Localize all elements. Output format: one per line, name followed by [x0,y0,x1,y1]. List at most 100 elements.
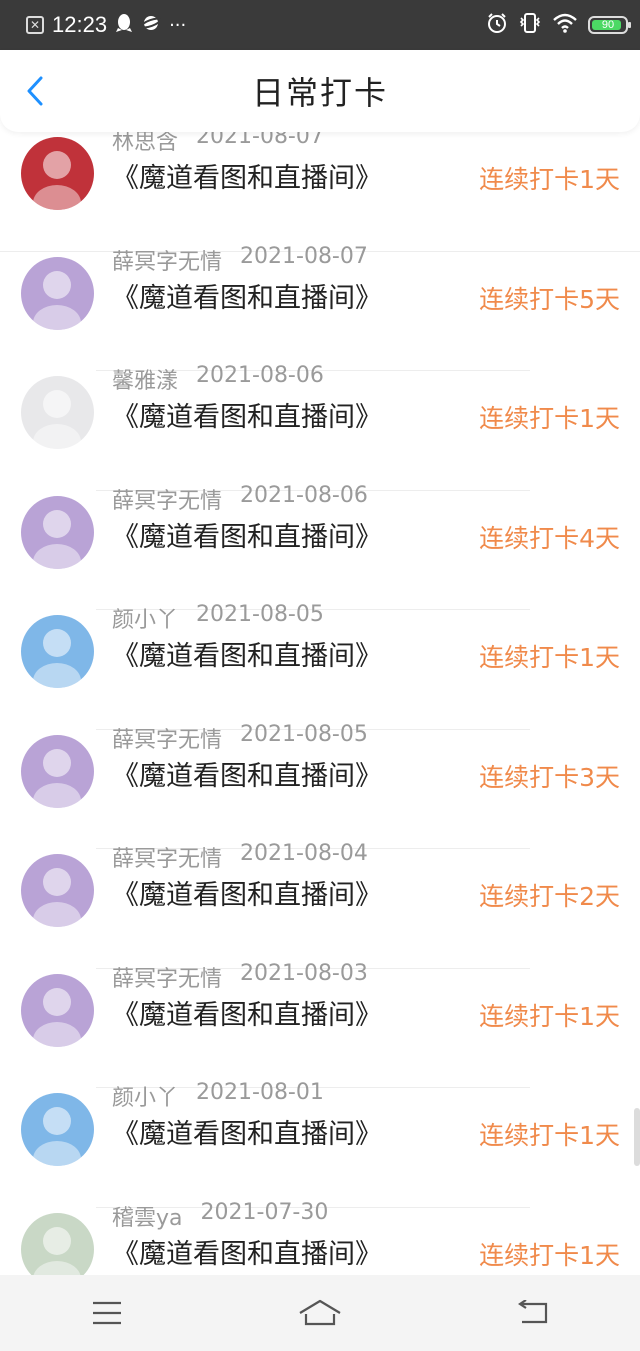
streak-badge: 连续打卡4天 [479,523,620,553]
username[interactable]: 颜小丫 [112,602,178,634]
avatar[interactable] [21,256,94,330]
item-meta: 颜小丫 2021-08-01 [112,1080,324,1112]
avatar-image [21,256,94,330]
checkin-list[interactable]: 林思含 2021-08-07 《魔道看图和直播间》 连续打卡1天 薛冥字无情 2021-0… [0,132,640,1275]
vibrate-icon [518,12,542,38]
list-item[interactable]: 颜小丫 2021-08-05 《魔道看图和直播间》 连续打卡1天 [0,602,640,730]
username[interactable]: 颜小丫 [112,1080,178,1112]
username[interactable]: 薛冥字无情 [112,483,222,515]
item-meta: 薛冥字无情 2021-08-07 [112,244,368,276]
menu-icon [92,1301,121,1325]
book-title[interactable]: 《魔道看图和直播间》 [112,993,382,1032]
avatar-image [21,376,94,449]
back-icon [518,1300,548,1324]
streak-badge: 连续打卡2天 [479,882,620,911]
checkin-date: 2021-08-06 [240,482,368,508]
checkin-date: 2021-08-01 [196,1080,324,1105]
list-item[interactable]: 稽雲ya 2021-07-30 《魔道看图和直播间》 连续打卡1天 [0,1200,640,1275]
list-item-content: 薛冥字无情 2021-08-06 《魔道看图和直播间》 连续打卡4天 [0,481,640,601]
close-box-icon: ✕ [26,16,44,34]
checkin-date: 2021-08-03 [240,960,368,986]
qq-icon [115,13,133,38]
username[interactable]: 稽雲ya [112,1200,183,1232]
back-nav-button[interactable] [503,1288,563,1338]
streak-badge: 连续打卡1天 [479,1121,620,1150]
list-item-content: 颜小丫 2021-08-01 《魔道看图和直播间》 连续打卡1天 [0,1078,640,1198]
alarm-icon [486,12,508,38]
streak-badge: 连续打卡1天 [479,1240,620,1270]
list-item[interactable]: 薛冥字无情 2021-08-04 《魔道看图和直播间》 连续打卡2天 [0,841,640,969]
system-nav-bar [0,1275,640,1351]
avatar[interactable] [21,734,94,808]
list-item[interactable]: 馨雅漾 2021-08-06 《魔道看图和直播间》 连续打卡1天 [0,363,640,491]
home-icon [299,1299,341,1326]
battery-level: 90 [601,19,615,31]
chevron-left-icon [27,76,43,106]
book-title[interactable]: 《魔道看图和直播间》 [112,1112,382,1151]
avatar[interactable] [21,615,94,688]
item-meta: 薛冥字无情 2021-08-03 [112,961,368,993]
item-meta: 薛冥字无情 2021-08-05 [112,722,368,754]
streak-badge: 连续打卡3天 [479,762,620,792]
home-button[interactable] [290,1288,350,1338]
book-title[interactable]: 《魔道看图和直播间》 [112,1232,382,1271]
username[interactable]: 薛冥字无情 [112,722,222,754]
username[interactable]: 林思含 [112,132,178,156]
battery-icon: 90 [588,16,631,34]
wifi-icon [552,13,578,37]
list-item-content: 林思含 2021-08-07 《魔道看图和直播间》 连续打卡1天 [0,132,640,242]
avatar[interactable] [21,1212,94,1275]
streak-badge: 连续打卡1天 [479,1001,620,1031]
book-title[interactable]: 《魔道看图和直播间》 [112,873,382,912]
item-meta: 颜小丫 2021-08-05 [112,602,324,634]
avatar-image [21,1212,94,1275]
list-item-content: 薛冥字无情 2021-08-04 《魔道看图和直播间》 连续打卡2天 [0,839,640,959]
list-item-content: 薛冥字无情 2021-08-07 《魔道看图和直播间》 连续打卡5天 [0,242,640,362]
scrollbar[interactable] [634,1108,640,1166]
checkin-date: 2021-08-07 [240,243,368,269]
list-item[interactable]: 薛冥字无情 2021-08-06 《魔道看图和直播间》 连续打卡4天 [0,483,640,610]
streak-badge: 连续打卡1天 [479,165,620,194]
avatar[interactable] [21,1093,94,1166]
username[interactable]: 薛冥字无情 [112,244,222,276]
list-item-content: 薛冥字无情 2021-08-03 《魔道看图和直播间》 连续打卡1天 [0,959,640,1079]
username[interactable]: 薛冥字无情 [112,961,222,993]
status-time: 12:23 [52,12,108,37]
status-bar: ✕ 12:23 ··· 90 [0,0,640,50]
item-meta: 稽雲ya 2021-07-30 [112,1200,328,1232]
list-item[interactable]: 薛冥字无情 2021-08-05 《魔道看图和直播间》 连续打卡3天 [0,722,640,849]
avatar-image [21,854,94,927]
menu-button[interactable] [77,1288,137,1338]
username[interactable]: 薛冥字无情 [112,841,222,873]
avatar[interactable] [21,854,94,927]
book-title[interactable]: 《魔道看图和直播间》 [112,754,382,793]
item-meta: 馨雅漾 2021-08-06 [112,363,324,395]
list-item[interactable]: 颜小丫 2021-08-01 《魔道看图和直播间》 连续打卡1天 [0,1080,640,1208]
back-button[interactable] [20,74,50,108]
checkin-date: 2021-08-07 [196,132,324,149]
book-title[interactable]: 《魔道看图和直播间》 [112,156,382,195]
more-dots-icon: ··· [169,14,187,36]
username[interactable]: 馨雅漾 [112,363,178,395]
checkin-date: 2021-08-05 [196,602,324,627]
list-item[interactable]: 薛冥字无情 2021-08-07 《魔道看图和直播间》 连续打卡5天 [0,244,640,371]
avatar-image [21,137,94,210]
avatar-image [21,495,94,569]
avatar[interactable] [21,376,94,449]
avatar[interactable] [21,495,94,569]
book-title[interactable]: 《魔道看图和直播间》 [112,395,382,434]
item-meta: 薛冥字无情 2021-08-06 [112,483,368,515]
avatar[interactable] [21,137,94,210]
list-item[interactable]: 林思含 2021-08-07 《魔道看图和直播间》 连续打卡1天 [0,132,640,252]
book-title[interactable]: 《魔道看图和直播间》 [112,634,382,673]
avatar[interactable] [21,973,94,1047]
list-item-content: 薛冥字无情 2021-08-05 《魔道看图和直播间》 连续打卡3天 [0,720,640,840]
avatar-image [21,734,94,808]
book-title[interactable]: 《魔道看图和直播间》 [112,276,382,315]
avatar-image [21,1093,94,1166]
streak-badge: 连续打卡1天 [479,404,620,433]
book-title[interactable]: 《魔道看图和直播间》 [112,515,382,554]
checkin-date: 2021-08-05 [240,721,368,747]
list-item[interactable]: 薛冥字无情 2021-08-03 《魔道看图和直播间》 连续打卡1天 [0,961,640,1088]
page-title: 日常打卡 [251,74,388,112]
